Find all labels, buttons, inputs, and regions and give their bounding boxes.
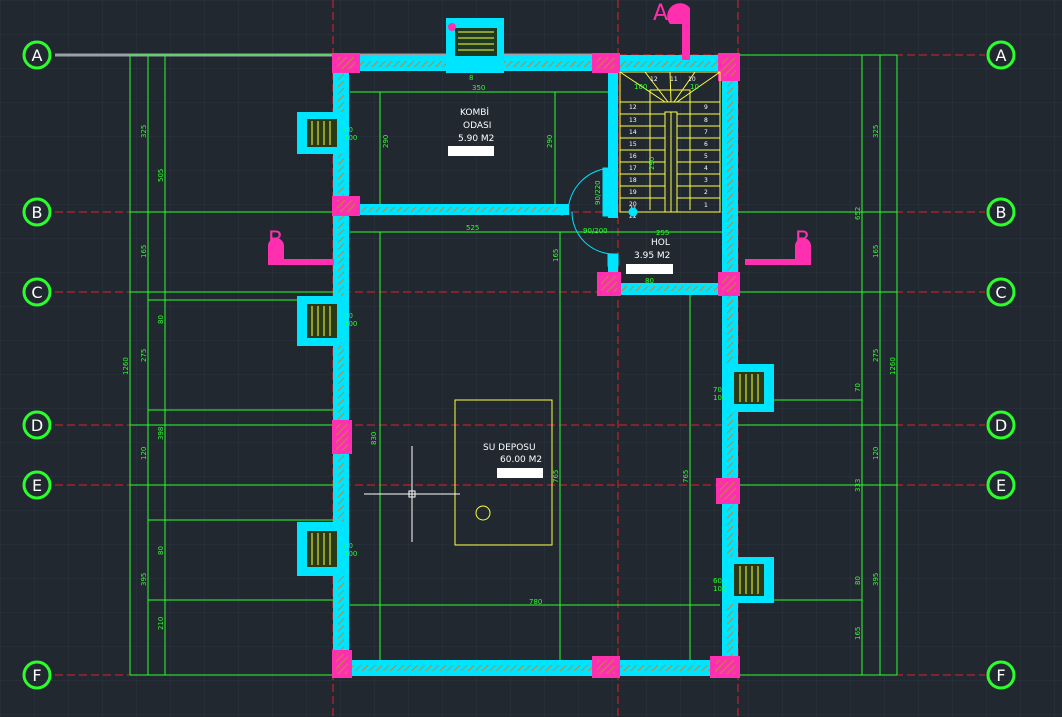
hol-area: 3.95 M2	[634, 251, 670, 261]
svg-text:275: 275	[872, 349, 880, 362]
svg-text:11: 11	[670, 76, 678, 83]
su-deposu-label-box	[497, 468, 543, 478]
svg-text:4: 4	[704, 165, 708, 172]
svg-text:290: 290	[648, 157, 656, 170]
svg-text:19: 19	[629, 189, 637, 196]
svg-text:14: 14	[629, 129, 637, 136]
svg-text:652: 652	[854, 207, 862, 220]
svg-text:90/200: 90/200	[583, 227, 608, 235]
svg-text:13: 13	[629, 117, 637, 124]
svg-text:9: 9	[704, 104, 708, 111]
svg-text:100: 100	[713, 585, 726, 593]
svg-text:395: 395	[140, 573, 148, 586]
svg-text:70: 70	[713, 386, 722, 394]
svg-text:1260: 1260	[122, 357, 130, 375]
grid-label-e-right: E	[996, 476, 1006, 495]
svg-text:100: 100	[344, 550, 357, 558]
svg-text:18: 18	[629, 177, 637, 184]
svg-text:120: 120	[872, 447, 880, 460]
grid-label-b-right: B	[996, 203, 1007, 222]
section-label-left: B	[268, 228, 283, 253]
floor-plan[interactable]: 12 13 14 15 16 17 18 19 20 21 22 9 8 7 6…	[0, 0, 1062, 717]
svg-text:100: 100	[344, 320, 357, 328]
svg-text:290: 290	[382, 135, 390, 148]
svg-text:398: 398	[157, 427, 165, 440]
svg-text:80: 80	[344, 312, 353, 320]
svg-text:120: 120	[140, 447, 148, 460]
svg-text:8: 8	[469, 74, 473, 82]
kombi-label-box	[448, 146, 494, 156]
svg-text:8: 8	[704, 117, 708, 124]
grid-label-c-right: C	[995, 283, 1006, 302]
svg-text:165: 165	[552, 249, 560, 262]
grid-label-f-right: F	[996, 666, 1005, 685]
svg-text:830: 830	[370, 432, 378, 445]
svg-text:90/220: 90/220	[594, 180, 602, 205]
svg-text:80: 80	[157, 546, 165, 555]
svg-text:2: 2	[704, 189, 708, 196]
cad-drawing-canvas[interactable]: 12 13 14 15 16 17 18 19 20 21 22 9 8 7 6…	[0, 0, 1062, 717]
svg-text:1: 1	[704, 202, 708, 209]
section-label-top: A	[653, 1, 668, 26]
grid-label-a-left: A	[32, 46, 43, 65]
svg-text:765: 765	[552, 470, 560, 483]
svg-text:505: 505	[157, 169, 165, 182]
svg-text:325: 325	[140, 125, 148, 138]
background-grid	[0, 0, 1062, 717]
svg-text:333: 333	[854, 479, 862, 492]
svg-text:210: 210	[157, 617, 165, 630]
svg-text:80: 80	[344, 542, 353, 550]
svg-text:780: 780	[529, 598, 542, 606]
svg-text:100: 100	[634, 83, 647, 91]
svg-text:165: 165	[872, 245, 880, 258]
svg-text:395: 395	[872, 573, 880, 586]
svg-text:12: 12	[629, 104, 637, 111]
grid-label-e-left: E	[32, 476, 42, 495]
svg-text:80: 80	[344, 126, 353, 134]
kombi-label-line2: ODASI	[463, 121, 491, 131]
svg-text:80: 80	[645, 277, 654, 285]
svg-text:100: 100	[344, 134, 357, 142]
svg-text:525: 525	[466, 224, 479, 232]
svg-text:60: 60	[713, 577, 722, 585]
svg-text:6: 6	[704, 141, 708, 148]
grid-label-a-right: A	[996, 46, 1007, 65]
svg-text:1260: 1260	[889, 357, 897, 375]
svg-text:100: 100	[713, 394, 726, 402]
svg-text:10: 10	[690, 83, 699, 91]
grid-label-c-left: C	[31, 283, 42, 302]
section-label-right: B	[795, 228, 810, 253]
su-deposu-label: SU DEPOSU	[483, 443, 536, 453]
grid-label-d-right: D	[995, 416, 1007, 435]
svg-text:80: 80	[157, 315, 165, 324]
svg-text:5: 5	[704, 153, 708, 160]
svg-text:165: 165	[140, 245, 148, 258]
svg-text:15: 15	[629, 141, 637, 148]
svg-text:16: 16	[629, 153, 637, 160]
kombi-area: 5.90 M2	[458, 134, 494, 144]
svg-text:12: 12	[650, 76, 658, 83]
svg-text:10: 10	[688, 76, 696, 83]
grid-label-b-left: B	[32, 203, 43, 222]
grid-label-d-left: D	[31, 416, 43, 435]
svg-text:325: 325	[872, 125, 880, 138]
hol-label-box	[626, 264, 673, 274]
grid-label-f-left: F	[32, 666, 41, 685]
svg-text:350: 350	[472, 84, 485, 92]
svg-text:255: 255	[656, 229, 669, 237]
svg-text:290: 290	[546, 135, 554, 148]
svg-text:3: 3	[704, 177, 708, 184]
svg-text:70: 70	[854, 383, 862, 392]
svg-text:17: 17	[629, 165, 637, 172]
svg-text:80: 80	[854, 576, 862, 585]
kombi-label-line1: KOMBİ	[460, 107, 489, 118]
hol-label: HOL	[651, 238, 670, 248]
svg-text:165: 165	[854, 627, 862, 640]
svg-text:7: 7	[704, 129, 708, 136]
su-deposu-area: 60.00 M2	[500, 455, 542, 465]
svg-text:765: 765	[682, 470, 690, 483]
svg-text:275: 275	[140, 349, 148, 362]
